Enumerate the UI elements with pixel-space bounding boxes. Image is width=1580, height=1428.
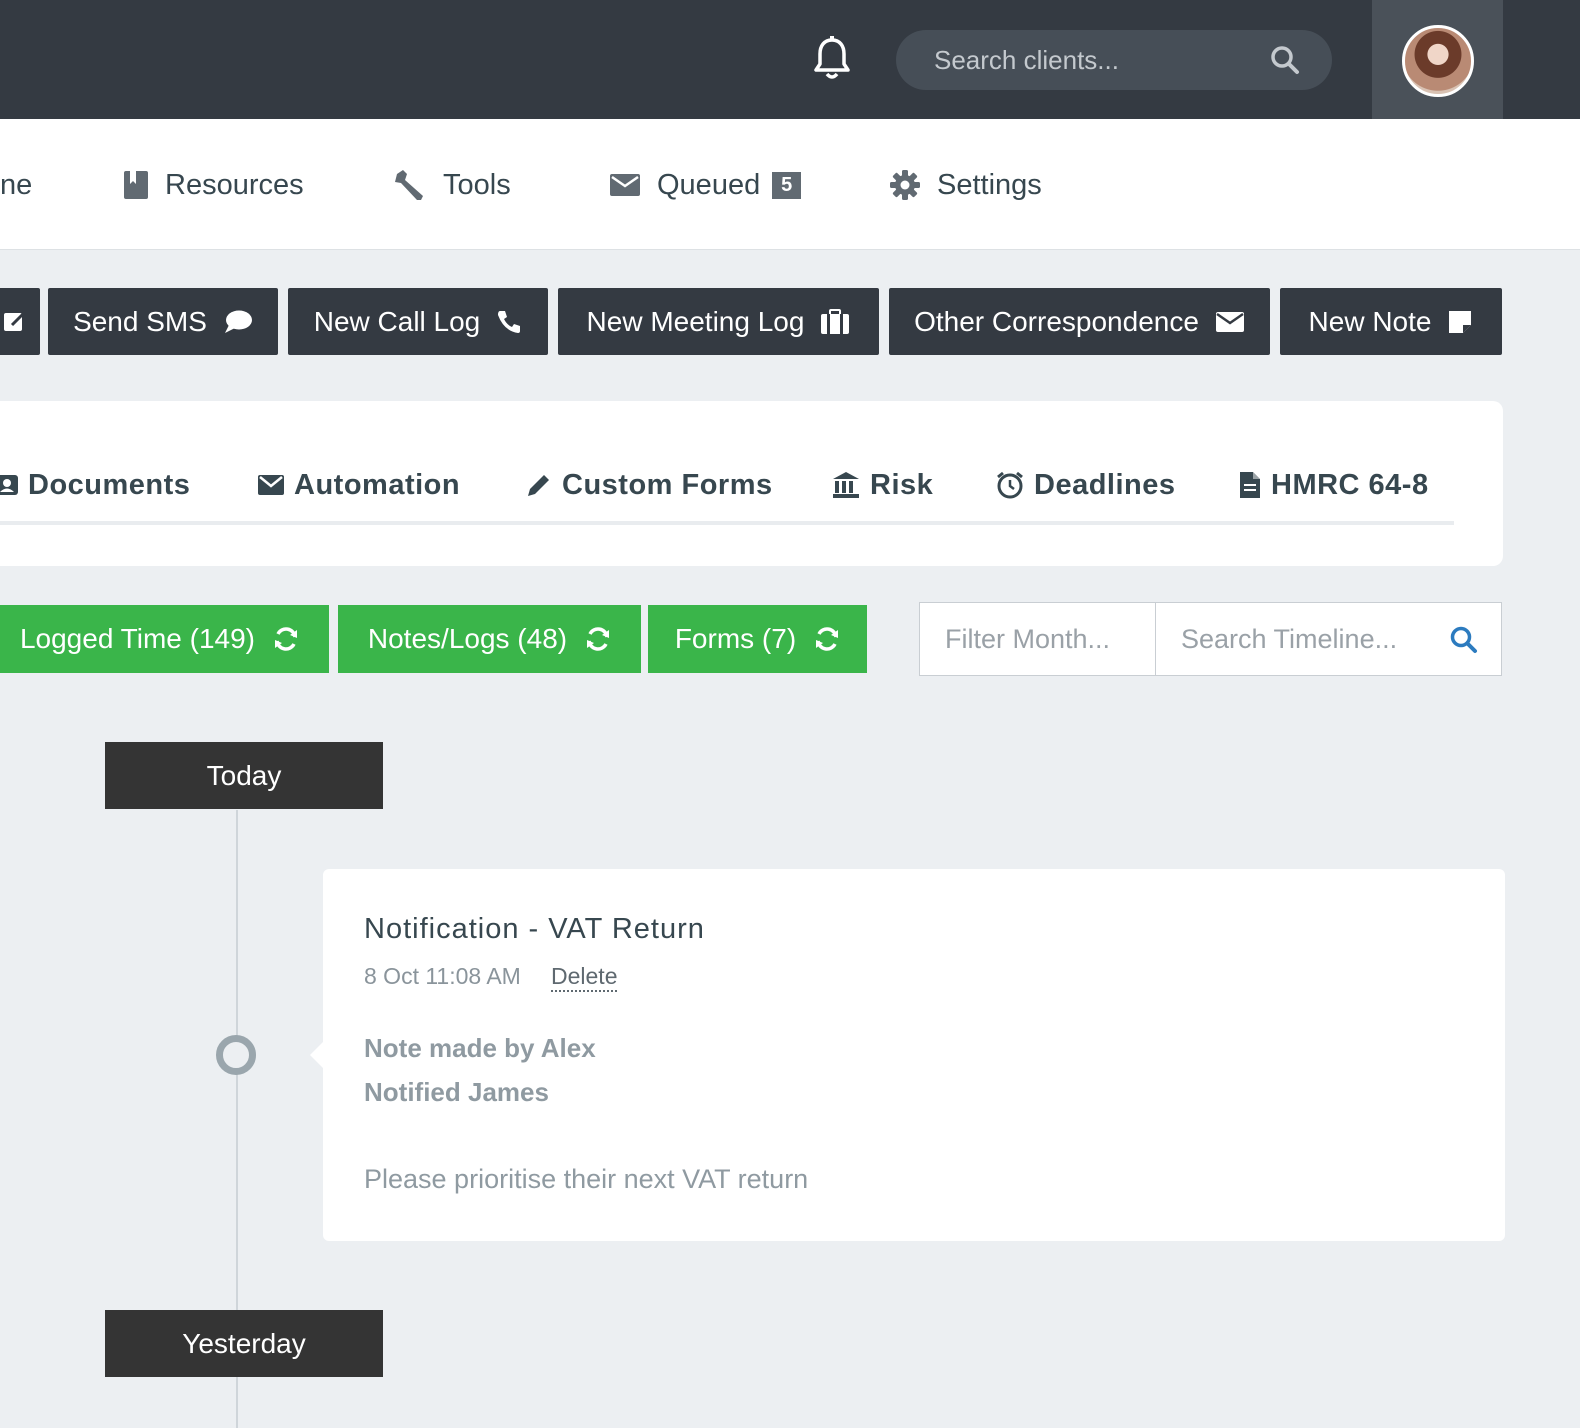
tab-label: Documents (28, 468, 191, 501)
nav-item-settings[interactable]: Settings (889, 165, 1042, 205)
button-label: Logged Time (149) (19, 623, 256, 654)
new-meeting-log-button[interactable]: New Meeting Log (558, 288, 879, 355)
timeline-date-today: Today (105, 742, 383, 809)
tab-hmrc-64-8[interactable]: HMRC 64-8 (1239, 465, 1429, 505)
envelope-icon (258, 475, 284, 495)
refresh-icon (587, 627, 610, 651)
filter-month-input[interactable] (920, 603, 1156, 675)
button-label: New Call Log (313, 305, 481, 337)
entry-author: Note made by Alex (364, 1033, 596, 1063)
tabs-card: Documents Automation Custom Forms Risk D… (0, 401, 1503, 566)
button-label: New Meeting Log (586, 305, 805, 337)
timeline-filter-group (919, 602, 1502, 676)
search-icon[interactable] (1450, 626, 1478, 654)
tab-label: Automation (294, 468, 461, 501)
forms-filter-button[interactable]: Forms (7) (648, 605, 867, 673)
button-label: Notes/Logs (48) (367, 623, 568, 654)
nav-item-label: ne (0, 168, 33, 201)
envelope-icon (1215, 311, 1244, 332)
nav-item-label: Tools (443, 168, 511, 201)
tab-label: Risk (870, 468, 934, 501)
bell-icon[interactable] (812, 36, 852, 82)
search-timeline-input[interactable] (1156, 603, 1436, 675)
envelope-icon (610, 174, 640, 196)
date-label-text: Today (206, 759, 282, 791)
wrench-icon (395, 170, 423, 200)
button-label: Send SMS (73, 305, 207, 337)
alarm-clock-icon (997, 471, 1023, 499)
timeline-dot (216, 1035, 256, 1075)
tab-custom-forms[interactable]: Custom Forms (526, 465, 773, 505)
timeline-entry: Notification - VAT Return 8 Oct 11:08 AM… (310, 869, 1505, 1241)
button-label: Other Correspondence (914, 305, 1199, 337)
speech-bubble-icon (224, 310, 252, 333)
book-icon (124, 171, 148, 199)
refresh-icon (275, 627, 298, 651)
tab-label: Custom Forms (562, 468, 773, 501)
notes-logs-filter-button[interactable]: Notes/Logs (48) (338, 605, 641, 673)
bank-icon (833, 472, 859, 498)
date-label-text: Yesterday (182, 1327, 306, 1359)
tab-risk[interactable]: Risk (832, 465, 933, 505)
partial-action-button[interactable] (0, 288, 40, 355)
new-call-log-button[interactable]: New Call Log (288, 288, 548, 355)
gear-icon (890, 170, 920, 200)
document-icon (1240, 472, 1260, 498)
nav-item-tools[interactable]: Tools (393, 165, 511, 205)
nav-item-partial[interactable]: ne (0, 165, 32, 205)
entry-timestamp: 8 Oct 11:08 AM (364, 963, 521, 989)
queued-count-badge: 5 (772, 171, 802, 199)
phone-icon (498, 310, 521, 333)
main-nav: ne Resources Tools Queued 5 Settings (0, 119, 1580, 250)
refresh-icon (816, 627, 839, 651)
tabs-underline (0, 521, 1454, 525)
nav-item-label: Queued (657, 168, 761, 201)
contact-card-icon (0, 475, 18, 495)
entry-pointer (310, 1041, 324, 1069)
new-note-button[interactable]: New Note (1280, 288, 1502, 355)
send-sms-button[interactable]: Send SMS (48, 288, 278, 355)
tab-label: HMRC 64-8 (1271, 468, 1429, 501)
sticky-note-icon (1449, 310, 1472, 333)
button-label: Forms (7) (674, 623, 797, 654)
search-clients-input[interactable] (896, 30, 1332, 90)
tab-label: Deadlines (1034, 468, 1176, 501)
pencil-icon (528, 475, 549, 496)
avatar[interactable] (1402, 25, 1474, 97)
tab-deadlines[interactable]: Deadlines (996, 465, 1176, 505)
nav-item-queued[interactable]: Queued 5 (609, 165, 802, 205)
entry-notified: Notified James (364, 1077, 549, 1107)
delete-link[interactable]: Delete (551, 963, 618, 992)
edit-icon (4, 311, 26, 331)
tab-automation[interactable]: Automation (258, 465, 460, 505)
nav-item-resources[interactable]: Resources (123, 165, 304, 205)
entry-title: Notification - VAT Return (364, 913, 705, 945)
button-label: New Note (1308, 305, 1432, 337)
search-icon[interactable] (1270, 45, 1300, 75)
nav-item-label: Settings (937, 168, 1042, 201)
briefcase-icon (821, 308, 850, 334)
entry-body: Please prioritise their next VAT return (364, 1164, 809, 1194)
nav-item-label: Resources (165, 168, 304, 201)
tab-documents[interactable]: Documents (0, 465, 190, 505)
top-bar (0, 0, 1580, 119)
user-menu[interactable] (1372, 0, 1503, 119)
timeline-date-yesterday: Yesterday (105, 1310, 383, 1377)
logged-time-filter-button[interactable]: Logged Time (149) (0, 605, 329, 673)
other-correspondence-button[interactable]: Other Correspondence (889, 288, 1270, 355)
